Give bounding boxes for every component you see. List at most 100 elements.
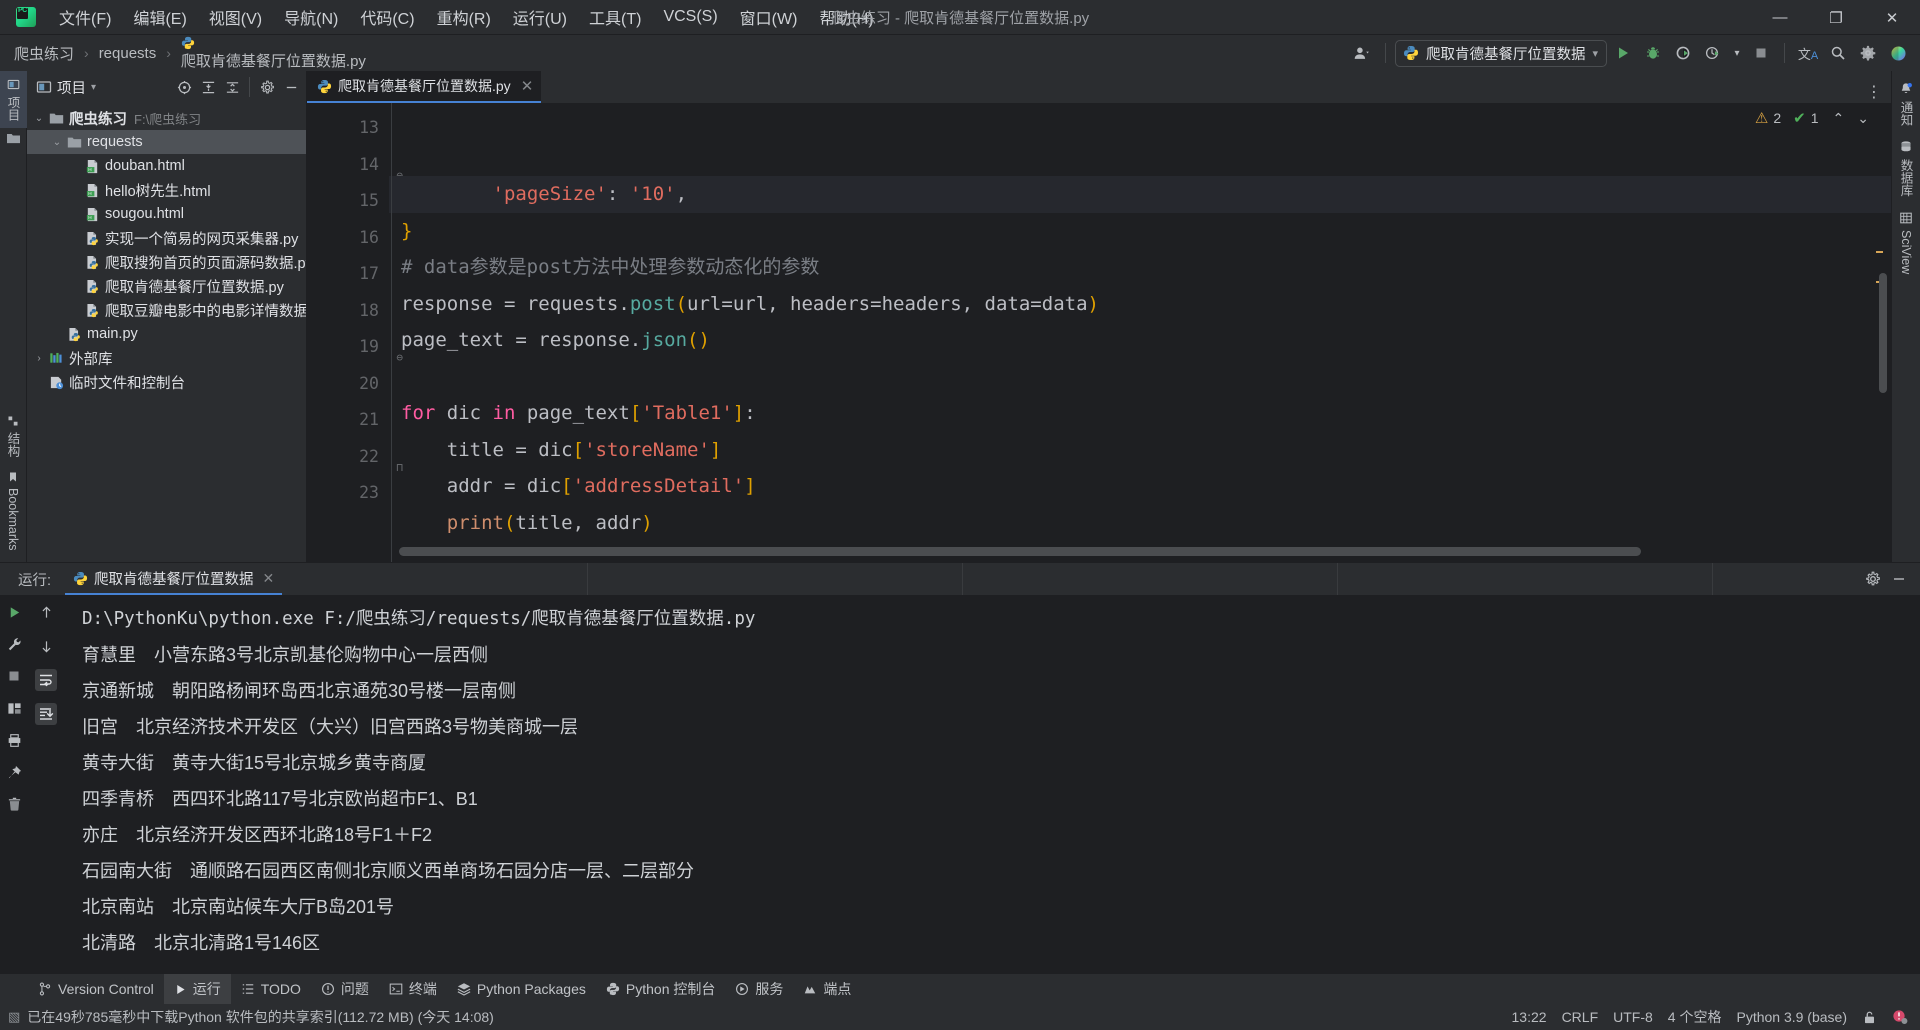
code-line-18[interactable] [389,359,1891,396]
stripe-database[interactable]: 数据库 [1893,133,1920,204]
tree-node-project-root[interactable]: ⌄ 爬虫练习 F:\爬虫练习 [27,106,306,130]
breadcrumb-item-1[interactable]: requests [95,43,161,64]
toolwindow-run[interactable]: 运行 [163,974,231,1004]
file-encoding[interactable]: UTF-8 [1613,1009,1653,1025]
line-number-13[interactable]: 13 [307,110,389,147]
user-account-icon[interactable] [1348,39,1376,67]
toolwindow-version-control[interactable]: Version Control [28,974,164,1004]
line-number-19[interactable]: 19 ⊖ [307,329,403,366]
menu-vcs[interactable]: VCS(S) [652,4,728,30]
toolwindow-terminal[interactable]: 终端 [379,974,447,1004]
editor-tab-close-icon[interactable]: ✕ [521,77,534,95]
line-number-21[interactable]: 21 [307,402,389,439]
ide-assistant-icon[interactable] [1884,39,1912,67]
code-editor[interactable]: 13 14 ⊖ 15 16 17 18 19 ⊖ 20 21 22 ⊓ 23 'pageSize': '1… [307,103,1891,562]
stripe-folder-icon[interactable] [0,128,26,145]
up-the-stack-trace-icon[interactable] [35,601,57,623]
stop-button[interactable] [1747,39,1775,67]
previous-problem-icon[interactable]: ⌃ [1833,110,1845,127]
toolwindow-services[interactable]: 服务 [725,974,793,1004]
rerun-button[interactable] [3,601,25,623]
editor-options-icon[interactable]: ⋮ [1863,81,1885,103]
status-message-area[interactable]: ▧ 已在49秒785毫秒中下载Python 软件包的共享索引(112.72 MB… [8,1007,494,1027]
tree-node-douban-movie-py[interactable]: 爬取豆瓣电影中的电影详情数据.py [27,298,306,322]
menu-navigate[interactable]: 导航(N) [273,1,349,33]
run-panel-settings-icon[interactable] [1862,568,1884,590]
wrench-icon[interactable] [3,633,25,655]
toolwindow-problems[interactable]: 问题 [311,974,379,1004]
toolwindow-python-packages[interactable]: Python Packages [447,974,596,1004]
down-the-stack-trace-icon[interactable] [35,635,57,657]
menu-tools[interactable]: 工具(T) [578,1,652,33]
run-session-tab[interactable]: 爬取肯德基餐厅位置数据 ✕ [65,563,283,595]
menu-run[interactable]: 运行(U) [502,1,578,33]
code-content[interactable]: 'pageSize': '10',} # data参数是post方法中处理参数动态… [389,103,1891,562]
indent-setting[interactable]: 4 个空格 [1668,1007,1722,1027]
tree-expand-arrow[interactable]: ⌄ [31,113,47,124]
editor-tab-kfc[interactable]: 爬取肯德基餐厅位置数据.py ✕ [307,71,542,103]
maximize-button[interactable]: ❐ [1808,0,1864,35]
expand-all-icon[interactable] [197,76,219,98]
code-line-22[interactable]: print(title, addr) [389,505,1891,542]
caret-position[interactable]: 13:22 [1512,1009,1547,1025]
menu-code[interactable]: 代码(C) [349,1,425,33]
tree-node-douban-html[interactable]: Hdouban.html [27,154,306,178]
line-number-16[interactable]: 16 [307,220,389,257]
layout-settings-icon[interactable] [3,697,25,719]
breadcrumb-item-0[interactable]: 爬虫练习 [10,41,78,66]
lock-icon[interactable] [1862,1010,1877,1025]
tree-node-hello-html[interactable]: Hhello树先生.html [27,178,306,202]
project-settings-icon[interactable] [256,76,278,98]
stripe-project[interactable]: 项目 [0,71,27,128]
tree-expand-arrow[interactable]: › [31,353,47,364]
python-interpreter[interactable]: Python 3.9 (base) [1736,1009,1847,1025]
line-number-17[interactable]: 17 [307,256,389,293]
clear-all-icon[interactable] [3,793,25,815]
toolwindow-endpoints[interactable]: 端点 [793,974,861,1004]
debug-button[interactable] [1639,39,1667,67]
run-button[interactable] [1609,39,1637,67]
tree-node-sogou-source-py[interactable]: 爬取搜狗首页的页面源码数据.py [27,250,306,274]
stripe-structure[interactable]: 结构 [0,408,27,464]
notification-status-icon[interactable] [1892,1009,1908,1025]
code-line-14[interactable]: } [389,213,1891,250]
toolwindow-todo[interactable]: TODO [231,974,311,1004]
inspection-widget[interactable]: ⚠ 2 ✔ 1 ⌃ ⌄ [1755,109,1869,128]
code-line-13[interactable]: 'pageSize': '10', [389,176,1891,213]
project-panel-caret-icon[interactable]: ▾ [91,82,96,93]
line-number-14[interactable]: 14 ⊖ [307,147,403,184]
code-line-17[interactable]: page_text = response.json() [389,322,1891,359]
tree-node-scratches[interactable]: 临时文件和控制台 [27,370,306,394]
line-number-20[interactable]: 20 [307,366,389,403]
menu-view[interactable]: 视图(V) [198,1,273,33]
run-panel-hide-icon[interactable] [1888,568,1910,590]
print-icon[interactable] [3,729,25,751]
minimize-button[interactable]: — [1752,0,1808,35]
run-configuration-selector[interactable]: 爬取肯德基餐厅位置数据 ▾ [1394,39,1607,67]
hide-panel-icon[interactable] [280,76,302,98]
stripe-bookmarks[interactable]: Bookmarks [2,464,24,558]
tree-expand-arrow[interactable]: ⌄ [49,137,65,148]
menu-edit[interactable]: 编辑(E) [122,1,197,33]
code-line-15[interactable]: # data参数是post方法中处理参数动态化的参数 [389,249,1891,286]
line-number-18[interactable]: 18 [307,293,389,330]
tree-node-kfc-py[interactable]: 爬取肯德基餐厅位置数据.py [27,274,306,298]
run-session-tab-close-icon[interactable]: ✕ [263,570,275,587]
tree-node-main-py[interactable]: main.py [27,322,306,346]
soft-wrap-icon[interactable] [35,669,57,691]
stop-process-button[interactable] [3,665,25,687]
code-line-16[interactable]: response = requests.post(url=url, header… [389,286,1891,323]
editor-vertical-scrollbar[interactable] [1879,273,1887,393]
scroll-to-end-icon[interactable] [35,703,57,725]
search-everywhere-icon[interactable] [1824,39,1852,67]
select-opened-file-icon[interactable] [173,76,195,98]
settings-gear-icon[interactable] [1854,39,1882,67]
profile-button[interactable] [1699,39,1727,67]
code-line-21[interactable]: addr = dic['addressDetail'] [389,468,1891,505]
collapse-all-icon[interactable] [221,76,243,98]
line-number-15[interactable]: 15 [307,183,389,220]
console-output[interactable]: D:\PythonKu\python.exe F:/爬虫练习/requests/… [64,595,1920,974]
tree-node-requests[interactable]: ⌄ requests [27,130,306,154]
run-with-coverage-button[interactable] [1669,39,1697,67]
close-button[interactable]: ✕ [1864,0,1920,35]
